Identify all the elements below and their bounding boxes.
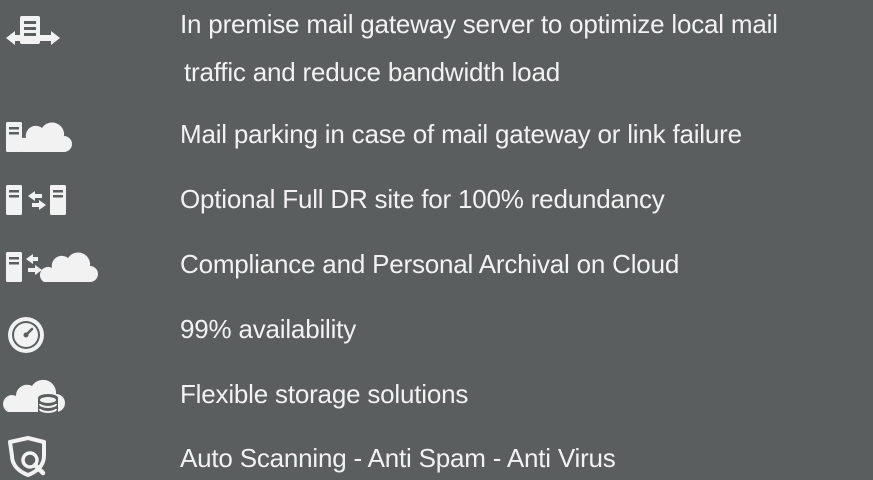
feature-text: Optional Full DR site for 100% redundanc… xyxy=(180,184,665,214)
server-cloud-archive-icon xyxy=(6,246,98,291)
cloud-storage-icon xyxy=(3,376,68,421)
gauge-icon xyxy=(6,315,46,360)
feature-item-mail-gateway: In premise mail gateway server to optimi… xyxy=(0,0,873,110)
server-exchange-icon xyxy=(6,14,62,57)
shield-scan-icon xyxy=(6,436,50,480)
feature-item-storage: Flexible storage solutions xyxy=(0,370,873,425)
feature-text: In premise mail gateway server to optimi… xyxy=(180,0,870,96)
feature-text: Compliance and Personal Archival on Clou… xyxy=(180,249,680,279)
feature-text: Auto Scanning - Anti Spam - Anti Virus xyxy=(180,443,616,473)
feature-list: In premise mail gateway server to optimi… xyxy=(0,0,873,480)
feature-item-availability: 99% availability xyxy=(0,305,873,360)
feature-text: Flexible storage solutions xyxy=(180,379,469,409)
feature-text-line2: traffic and reduce bandwidth load xyxy=(184,57,560,87)
feature-text-line1: In premise mail gateway server to optimi… xyxy=(180,9,778,39)
server-sync-icon xyxy=(6,183,68,222)
feature-text: Mail parking in case of mail gateway or … xyxy=(180,119,742,149)
feature-item-dr-site: Optional Full DR site for 100% redundanc… xyxy=(0,175,873,230)
feature-item-archival: Compliance and Personal Archival on Clou… xyxy=(0,240,873,295)
feature-text: 99% availability xyxy=(180,314,357,344)
feature-item-mail-parking: Mail parking in case of mail gateway or … xyxy=(0,110,873,165)
server-cloud-icon xyxy=(6,116,72,161)
feature-item-scanning: Auto Scanning - Anti Spam - Anti Virus xyxy=(0,432,873,480)
